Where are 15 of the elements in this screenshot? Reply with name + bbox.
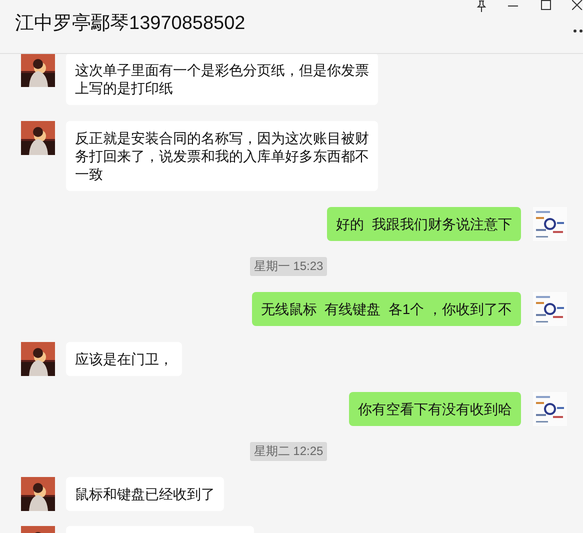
message-bubble: 这次单子里面有一个是彩色分页纸，但是你发票上写的是打印纸 (66, 54, 378, 105)
minimize-icon[interactable] (508, 5, 518, 7)
message-bubble: 好的 我跟我们财务说注意下 (327, 207, 521, 241)
message-bubble: 你有空看下有没有收到哈 (349, 392, 521, 426)
timestamp: 星期一 15:23 (250, 257, 328, 276)
message-bubble: 应该是在门卫， (66, 342, 182, 376)
message-bubble: 反正就是安装合同的名称写，因为这次账目被财务打回来了，说发票和我的入库单好多东西都不一致 (66, 121, 378, 191)
close-icon[interactable] (572, 0, 583, 10)
more-icon[interactable] (573, 29, 583, 33)
pin-icon[interactable] (476, 0, 487, 12)
message-bubble: 无线鼠标 有线键盘 各1个 ，你收到了不 (252, 292, 521, 326)
window-title: 江中罗亭鄢琴13970858502 (15, 12, 246, 36)
maximize-icon[interactable] (541, 0, 551, 10)
message-bubble: 鼠标和键盘已经收到了 (66, 477, 224, 511)
timestamp: 星期二 12:25 (250, 442, 328, 461)
